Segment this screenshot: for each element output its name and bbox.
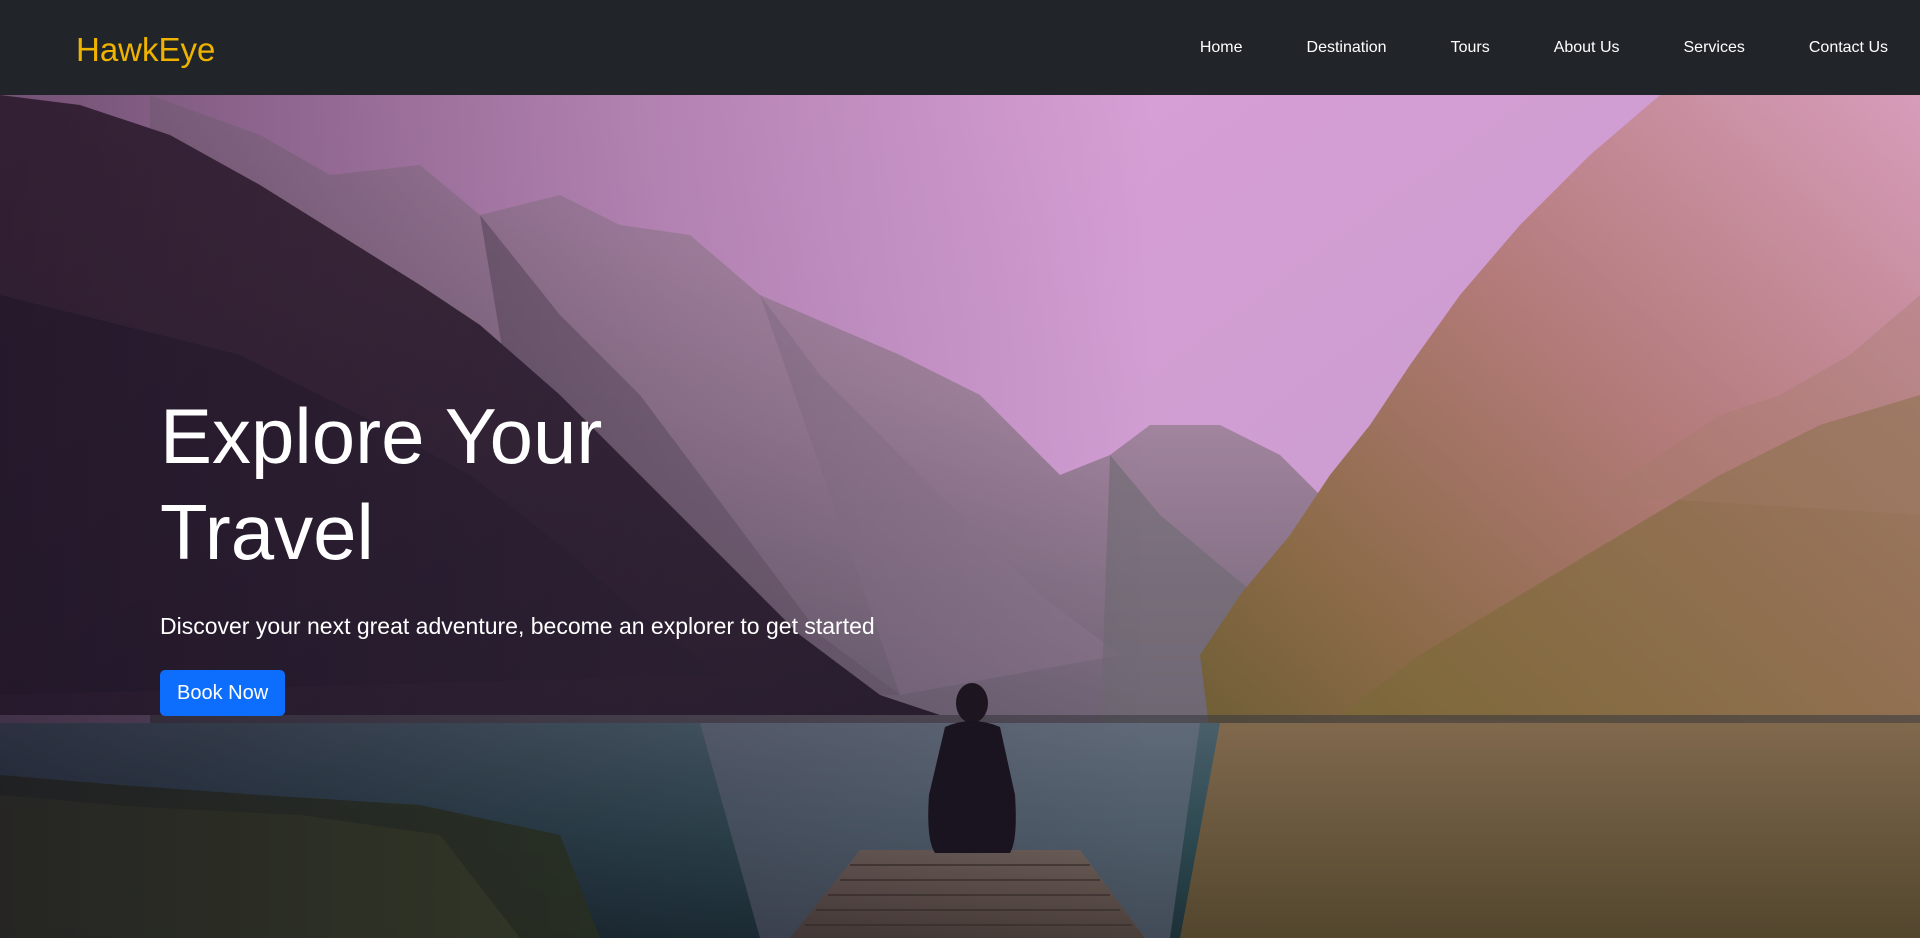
hero-section: Explore Your Travel Discover your next g… (0, 95, 1920, 938)
nav-item-contact-us[interactable]: Contact Us (1809, 39, 1888, 57)
hero-content: Explore Your Travel Discover your next g… (160, 388, 1060, 716)
brand-logo[interactable]: HawkEye (76, 28, 215, 72)
nav-item-about-us[interactable]: About Us (1554, 39, 1620, 57)
hero-subtitle: Discover your next great adventure, beco… (160, 613, 875, 639)
book-now-button[interactable]: Book Now (160, 670, 286, 716)
nav-menu: Home Destination Tours About Us Services… (1200, 0, 1888, 95)
nav-item-destination[interactable]: Destination (1307, 39, 1387, 57)
nav-item-services[interactable]: Services (1684, 39, 1745, 57)
hero-title: Explore Your Travel (160, 392, 603, 576)
nav-item-tours[interactable]: Tours (1451, 39, 1490, 57)
navbar: HawkEye Home Destination Tours About Us … (0, 0, 1920, 95)
nav-item-home[interactable]: Home (1200, 39, 1243, 57)
